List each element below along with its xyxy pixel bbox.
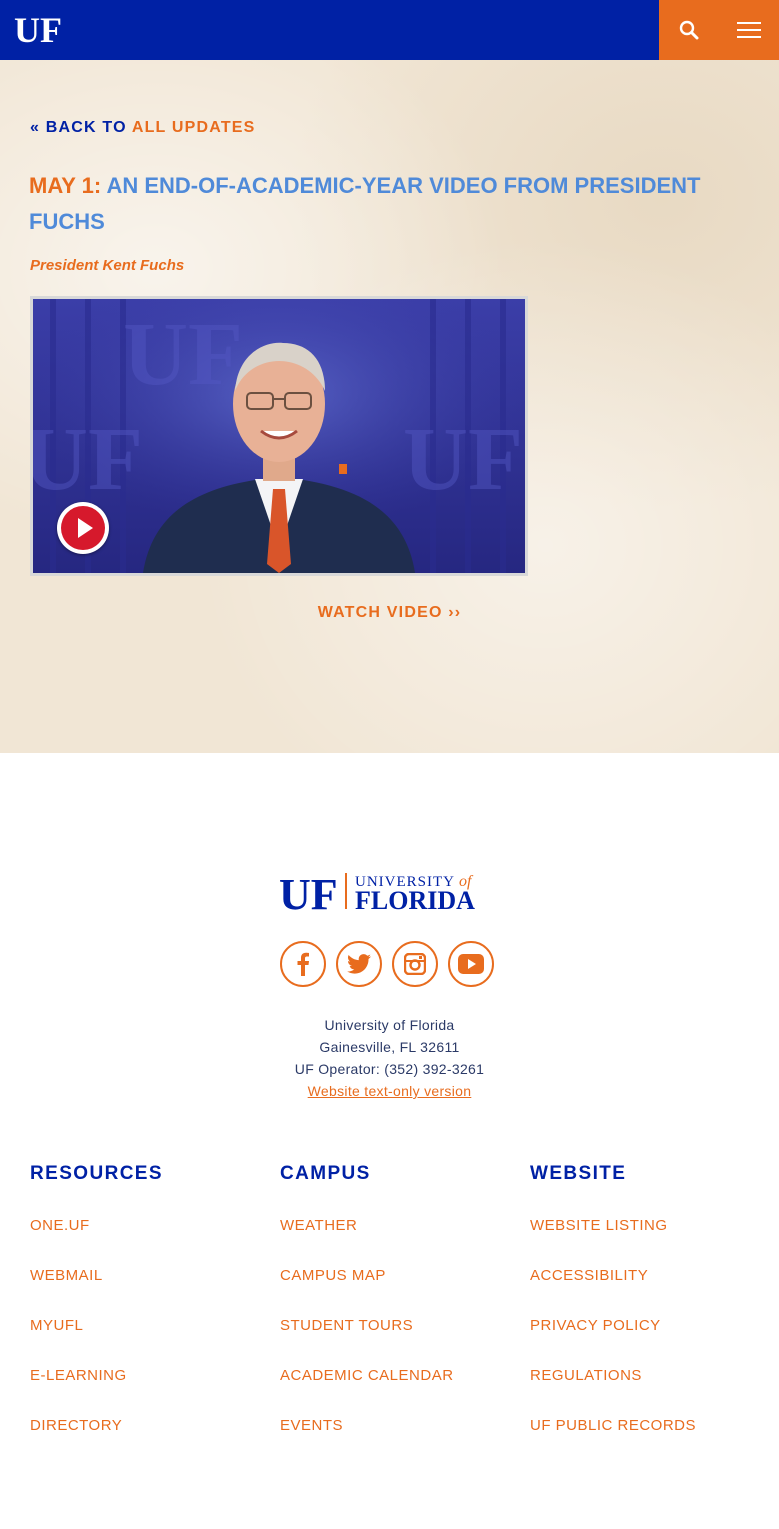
play-icon	[61, 506, 105, 550]
facebook-icon	[297, 952, 309, 976]
article-subtitle: President Kent Fuchs	[30, 257, 185, 274]
social-links	[280, 941, 494, 987]
footer-link-website-listing[interactable]: WEBSITE LISTING	[530, 1216, 770, 1266]
title-text: AN END-OF-ACADEMIC-YEAR VIDEO FROM PRESI…	[29, 173, 701, 234]
svg-text:UF: UF	[123, 305, 243, 404]
youtube-icon	[458, 954, 484, 974]
column-heading: CAMPUS	[280, 1163, 371, 1184]
hamburger-menu-icon	[737, 22, 761, 38]
address-line-2: Gainesville, FL 32611	[319, 1039, 460, 1055]
column-heading: WEBSITE	[530, 1163, 627, 1184]
footer-link-campus-map[interactable]: CAMPUS MAP	[280, 1266, 520, 1316]
uf-logo[interactable]: UF	[14, 10, 62, 50]
svg-text:UF: UF	[279, 870, 338, 913]
video-thumbnail[interactable]: UF UF UF	[30, 296, 528, 576]
footer-link-one-uf[interactable]: ONE.UF	[30, 1216, 270, 1266]
youtube-link[interactable]	[448, 941, 494, 987]
search-button[interactable]	[659, 0, 719, 60]
svg-text:UF: UF	[14, 13, 62, 45]
page-title: MAY 1: AN END-OF-ACADEMIC-YEAR VIDEO FRO…	[29, 168, 729, 240]
footer-link-uf-public-records[interactable]: UF PUBLIC RECORDS	[530, 1416, 770, 1466]
menu-button[interactable]	[719, 0, 779, 60]
footer-link-myufl[interactable]: MYUFL	[30, 1316, 270, 1366]
operator-phone: UF Operator: (352) 392-3261	[294, 1061, 485, 1077]
footer-column-campus: CAMPUS WEATHER CAMPUS MAP STUDENT TOURS …	[280, 1163, 520, 1466]
footer-link-student-tours[interactable]: STUDENT TOURS	[280, 1316, 520, 1366]
footer-link-webmail[interactable]: WEBMAIL	[30, 1266, 270, 1316]
footer-link-academic-calendar[interactable]: ACADEMIC CALENDAR	[280, 1366, 520, 1416]
hero-section: « BACK TO ALL UPDATES MAY 1: AN END-OF-A…	[0, 60, 779, 753]
play-button[interactable]	[57, 502, 109, 554]
back-prefix: « BACK TO	[30, 119, 127, 136]
instagram-link[interactable]	[392, 941, 438, 987]
svg-text:FLORIDA: FLORIDA	[355, 886, 475, 913]
footer-column-resources: RESOURCES ONE.UF WEBMAIL MYUFL E-LEARNIN…	[30, 1163, 270, 1466]
footer-link-weather[interactable]: WEATHER	[280, 1216, 520, 1266]
footer-address: University of Florida Gainesville, FL 32…	[0, 1014, 779, 1102]
footer-link-regulations[interactable]: REGULATIONS	[530, 1366, 770, 1416]
twitter-link[interactable]	[336, 941, 382, 987]
text-only-version-link[interactable]: Website text-only version	[0, 1080, 779, 1102]
instagram-icon	[404, 953, 426, 975]
twitter-icon	[347, 954, 371, 974]
svg-text:UF: UF	[403, 410, 523, 509]
back-to-all-updates-link[interactable]: « BACK TO ALL UPDATES	[30, 119, 256, 137]
watch-video-link[interactable]: WATCH VIDEO ››	[0, 604, 779, 622]
search-icon	[679, 20, 699, 40]
address-line-1: University of Florida	[324, 1017, 455, 1033]
title-date: MAY 1:	[29, 173, 102, 198]
footer-link-events[interactable]: EVENTS	[280, 1416, 520, 1466]
facebook-link[interactable]	[280, 941, 326, 987]
all-updates-label: ALL UPDATES	[131, 119, 256, 136]
footer-link-directory[interactable]: DIRECTORY	[30, 1416, 270, 1466]
footer-link-accessibility[interactable]: ACCESSIBILITY	[530, 1266, 770, 1316]
footer-link-privacy-policy[interactable]: PRIVACY POLICY	[530, 1316, 770, 1366]
column-heading: RESOURCES	[30, 1163, 163, 1184]
footer-column-website: WEBSITE WEBSITE LISTING ACCESSIBILITY PR…	[530, 1163, 770, 1466]
university-of-florida-logo[interactable]: UF UNIVERSITY of FLORIDA	[279, 869, 501, 919]
site-header: UF	[0, 0, 779, 60]
svg-text:UF: UF	[33, 410, 143, 509]
header-actions	[659, 0, 779, 60]
footer-link-e-learning[interactable]: E-LEARNING	[30, 1366, 270, 1416]
